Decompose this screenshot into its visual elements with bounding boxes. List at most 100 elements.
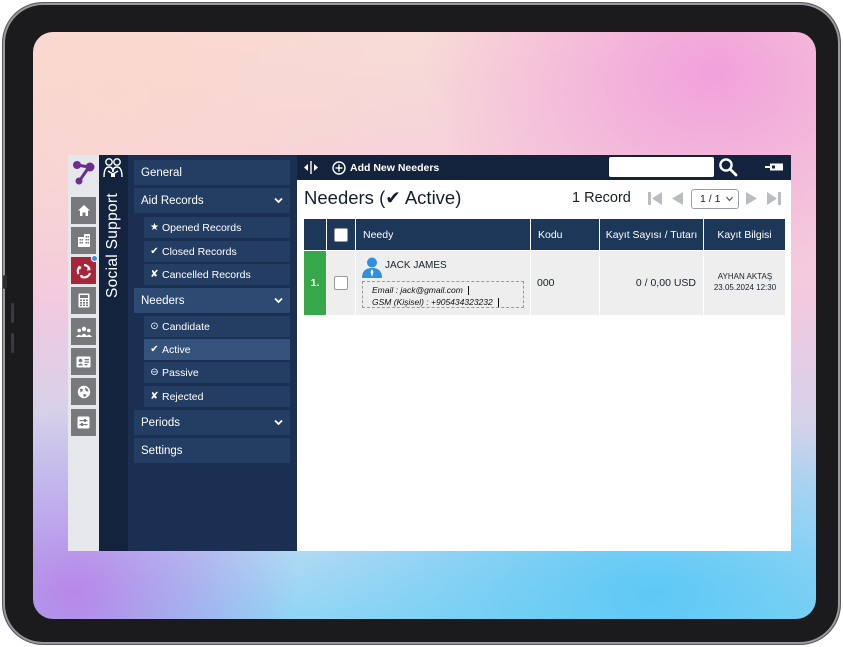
submenu-item-label: Candidate bbox=[162, 320, 210, 333]
add-new-label: Add New Needers bbox=[350, 161, 440, 174]
nav-menu: General Aid Records ★ Opened Records ✔ Clo… bbox=[128, 155, 297, 551]
main-content: Add New Needers Needers (✔ Active) 1 Rec… bbox=[297, 155, 791, 551]
column-header-kodu[interactable]: Kodu bbox=[530, 219, 599, 250]
circle-dot-icon: ⊙ bbox=[150, 321, 159, 332]
page-title: Needers (✔ Active) bbox=[304, 187, 462, 208]
globe-icon bbox=[77, 385, 90, 398]
kayit-bilgisi-value: AYHAN AKTAŞ 23.05.2024 12:30 bbox=[704, 271, 786, 293]
submenu-item-label: Passive bbox=[162, 366, 199, 379]
menu-item-periods[interactable]: Periods bbox=[134, 410, 290, 435]
kayit-bilgisi-cell: AYHAN AKTAŞ 23.05.2024 12:30 bbox=[703, 251, 785, 315]
chevron-down-icon bbox=[274, 419, 283, 426]
menu-item-label: Needers bbox=[141, 294, 185, 307]
submenu-item-opened-records[interactable]: ★ Opened Records bbox=[144, 217, 290, 238]
submenu-item-label: Cancelled Records bbox=[162, 268, 251, 281]
rail-globe-button[interactable] bbox=[71, 378, 96, 405]
submenu-item-label: Active bbox=[162, 343, 191, 356]
contact-box: Email : jack@gmail.com GSM (Kişisel) : +… bbox=[362, 281, 524, 308]
submenu-item-closed-records[interactable]: ✔ Closed Records bbox=[144, 241, 290, 262]
module-title-strip: Social Support bbox=[99, 155, 128, 551]
add-new-needers-button[interactable]: Add New Needers bbox=[332, 159, 439, 176]
check-icon: ✔ bbox=[150, 246, 159, 257]
row-checkbox[interactable] bbox=[334, 276, 348, 290]
rail-building-button[interactable] bbox=[71, 227, 96, 254]
column-header-needy[interactable]: Needy bbox=[355, 219, 530, 250]
icon-rail bbox=[68, 155, 99, 551]
chevron-down-icon bbox=[274, 297, 283, 304]
page-select-value: 1 / 1 bbox=[700, 193, 721, 205]
row-index: 1. bbox=[304, 251, 326, 315]
top-toolbar: Add New Needers bbox=[297, 155, 791, 180]
check-icon: ✔ bbox=[150, 344, 159, 355]
next-page-icon[interactable] bbox=[744, 191, 760, 206]
user-avatar-icon bbox=[362, 257, 382, 278]
tablet-side-button bbox=[11, 333, 14, 353]
star-icon: ★ bbox=[150, 222, 159, 233]
home-icon bbox=[77, 205, 90, 216]
menu-item-label: Aid Records bbox=[141, 194, 204, 207]
search-input[interactable] bbox=[609, 157, 714, 177]
tablet-side-button bbox=[3, 275, 7, 289]
select-all-cell bbox=[326, 219, 355, 250]
submenu-item-label: Rejected bbox=[162, 390, 204, 403]
table-header: Needy Kodu Kayıt Sayısı / Tutarı Kayıt B… bbox=[304, 219, 785, 250]
record-count: 1 Record bbox=[572, 190, 631, 206]
kodu-value: 000 bbox=[537, 277, 555, 289]
kayit-sayisi-value: 0 / 0,00 USD bbox=[635, 277, 696, 289]
app-window: Social Support General Aid Records ★ Open… bbox=[68, 155, 791, 551]
table-row[interactable]: 1. JACK JAMES Email: jack@gmail.com GSM… bbox=[304, 251, 785, 315]
rail-home-button[interactable] bbox=[71, 197, 96, 224]
previous-page-icon[interactable] bbox=[669, 191, 685, 206]
rail-calculator-button[interactable] bbox=[71, 287, 96, 314]
menu-item-label: Periods bbox=[141, 416, 180, 429]
column-header-kayit-bilgisi[interactable]: Kayıt Bilgisi bbox=[703, 219, 785, 250]
building-icon bbox=[77, 234, 90, 247]
needy-email[interactable]: Email : jack@gmail.com bbox=[372, 285, 463, 295]
kayit-user: AYHAN AKTAŞ bbox=[717, 272, 773, 281]
rail-idcard-button[interactable] bbox=[71, 348, 96, 375]
submenu-item-rejected[interactable]: ✘ Rejected bbox=[144, 386, 290, 407]
cross-icon: ✘ bbox=[150, 391, 159, 402]
rail-recycle-button[interactable] bbox=[71, 255, 98, 284]
row-checkbox-cell bbox=[326, 251, 355, 315]
kayit-date: 23.05.2024 12:30 bbox=[713, 283, 777, 292]
recycle-icon bbox=[76, 263, 91, 279]
submenu-item-candidate[interactable]: ⊙ Candidate bbox=[144, 316, 290, 337]
text-divider bbox=[497, 298, 499, 308]
submenu-item-passive[interactable]: ⊖ Passive bbox=[144, 362, 290, 383]
rail-sliders-button[interactable] bbox=[71, 409, 96, 436]
select-all-checkbox[interactable] bbox=[334, 227, 348, 242]
circle-minus-icon: ⊖ bbox=[150, 367, 159, 378]
id-card-icon bbox=[76, 356, 91, 367]
menu-item-needers[interactable]: Needers bbox=[134, 288, 290, 313]
column-header-kayit-sayisi[interactable]: Kayıt Sayısı / Tutarı bbox=[599, 219, 703, 250]
menu-item-label: Settings bbox=[141, 444, 183, 457]
chevron-down-icon bbox=[726, 196, 733, 202]
toggle-panel-icon[interactable] bbox=[764, 162, 784, 172]
needy-name[interactable]: JACK JAMES bbox=[385, 260, 447, 271]
submenu-item-cancelled-records[interactable]: ✘ Cancelled Records bbox=[144, 264, 290, 285]
first-page-icon[interactable] bbox=[647, 191, 663, 206]
app-logo-icon[interactable] bbox=[71, 159, 96, 186]
sliders-icon bbox=[77, 416, 90, 429]
group-icon bbox=[75, 326, 92, 337]
chevron-down-icon bbox=[274, 197, 283, 204]
submenu-item-active[interactable]: ✔ Active bbox=[144, 339, 290, 360]
submenu-item-label: Opened Records bbox=[162, 221, 242, 234]
page-select[interactable]: 1 / 1 bbox=[691, 189, 739, 209]
resize-horizontal-icon[interactable] bbox=[303, 160, 319, 175]
module-title: Social Support bbox=[104, 192, 121, 298]
needy-cell: JACK JAMES Email : jack@gmail.com GSM (K… bbox=[355, 251, 530, 315]
submenu-item-label: Closed Records bbox=[162, 245, 237, 258]
tablet-frame: Social Support General Aid Records ★ Open… bbox=[3, 3, 840, 644]
rail-group-button[interactable] bbox=[71, 318, 96, 345]
cross-icon: ✘ bbox=[150, 269, 159, 280]
last-page-icon[interactable] bbox=[766, 191, 782, 206]
search-icon[interactable] bbox=[718, 157, 738, 177]
menu-item-aid-records[interactable]: Aid Records bbox=[134, 188, 290, 213]
menu-item-settings[interactable]: Settings bbox=[134, 438, 290, 463]
needy-gsm[interactable]: GSM (Kişisel) : +905434323232 bbox=[372, 297, 493, 307]
tablet-screen: Social Support General Aid Records ★ Open… bbox=[33, 32, 816, 619]
tablet-side-button bbox=[11, 303, 14, 323]
menu-item-general[interactable]: General bbox=[134, 160, 290, 185]
